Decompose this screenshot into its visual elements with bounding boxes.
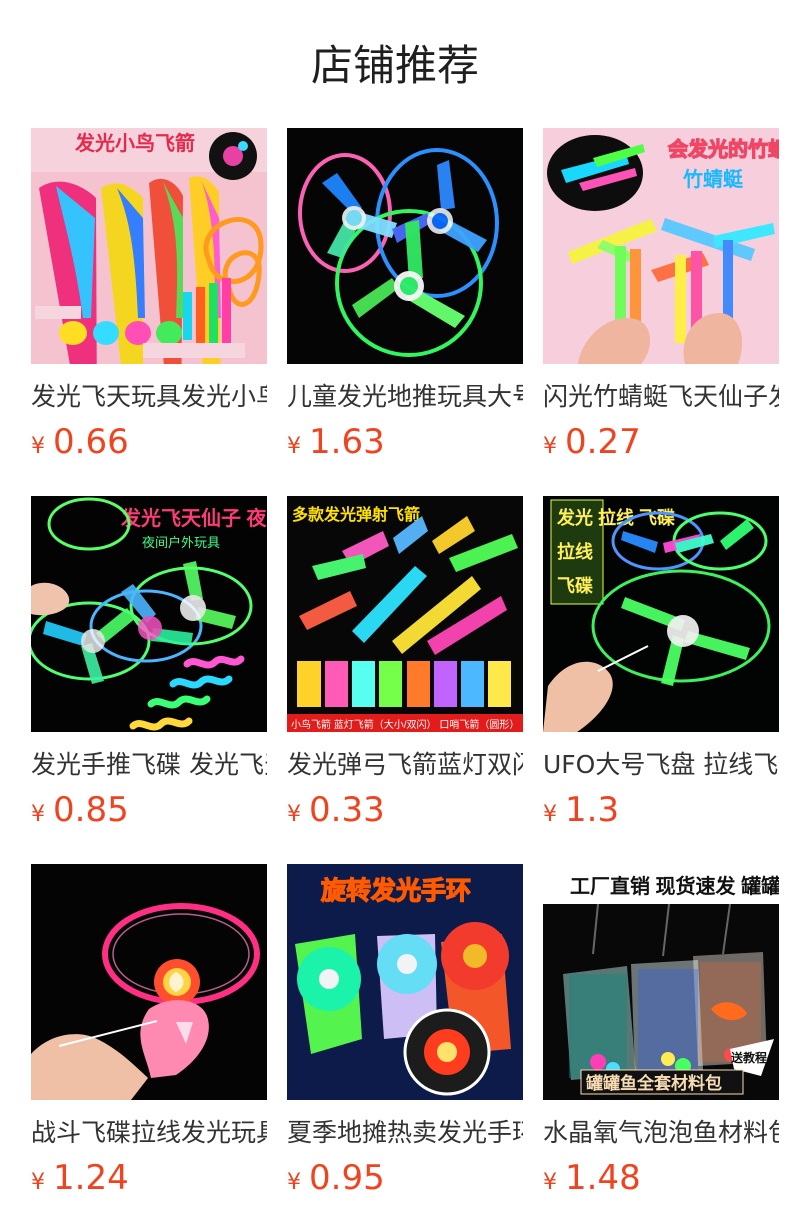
product-image[interactable]: 旋转发光手环: [287, 864, 523, 1100]
product-title[interactable]: 发光飞天玩具发光小鸟飞箭: [31, 382, 267, 412]
product-price: ¥0.95: [287, 1158, 523, 1198]
svg-text:夜间户外玩具: 夜间户外玩具: [142, 535, 220, 550]
currency-symbol: ¥: [543, 802, 557, 827]
glow-slingshot-arrow-image: 多款发光弹射飞箭 小鸟飞箭 蓝灯飞箭（大小/双闪） 口哨飞箭（圆形）: [287, 496, 523, 732]
product-price: ¥1.24: [31, 1158, 267, 1198]
product-image[interactable]: [31, 864, 267, 1100]
page-header: 店铺推荐: [0, 38, 790, 94]
product-price: ¥1.63: [287, 422, 523, 462]
price-value: 1.24: [53, 1158, 129, 1198]
product-title[interactable]: 战斗飞碟拉线发光玩具枪: [31, 1118, 267, 1148]
currency-symbol: ¥: [543, 1170, 557, 1195]
glow-flying-disc-image: [287, 128, 523, 364]
product-image[interactable]: 发光小鸟飞箭: [31, 128, 267, 364]
currency-symbol: ¥: [287, 1170, 301, 1195]
product-title[interactable]: 儿童发光地推玩具大号飞碟: [287, 382, 523, 412]
price-value: 0.95: [309, 1158, 385, 1198]
product-image[interactable]: 多款发光弹射飞箭 小鸟飞箭 蓝灯飞箭（大小/双闪） 口哨飞箭（圆形）: [287, 496, 523, 732]
currency-symbol: ¥: [31, 1170, 45, 1195]
product-card[interactable]: 旋转发光手环 夏季地摊热卖发光手环陀螺 ¥0.95: [287, 864, 523, 1232]
product-price: ¥0.27: [543, 422, 779, 462]
image-title-text: 发光小鸟飞箭: [74, 131, 195, 155]
svg-text:罐罐鱼全套材料包: 罐罐鱼全套材料包: [585, 1073, 722, 1093]
image-title-text: 旋转发光手环: [321, 876, 471, 905]
currency-symbol: ¥: [543, 434, 557, 459]
product-image[interactable]: 发光飞天仙子 夜间户外玩具 夜间户外玩具: [31, 496, 267, 732]
svg-text:飞碟: 飞碟: [557, 576, 593, 596]
product-title[interactable]: 夏季地摊热卖发光手环陀螺: [287, 1118, 523, 1148]
image-title-text: 会发光的竹蜻蜓: [668, 137, 779, 161]
glow-dragonfly-image: 会发光的竹蜻蜓 竹蜻蜓: [543, 128, 779, 364]
price-value: 1.63: [309, 422, 385, 462]
price-value: 0.33: [309, 790, 385, 830]
price-value: 1.48: [565, 1158, 641, 1198]
product-price: ¥1.3: [543, 790, 779, 830]
product-title[interactable]: UFO大号飞盘 拉线飞碟发光: [543, 750, 779, 780]
image-title-text: 多款发光弹射飞箭: [292, 505, 420, 524]
product-title[interactable]: 闪光竹蜻蜓飞天仙子发光玩具: [543, 382, 779, 412]
price-value: 0.85: [53, 790, 129, 830]
currency-symbol: ¥: [287, 434, 301, 459]
product-card[interactable]: 发光小鸟飞箭 发光飞天玩具发光小 ¥ 0.66: [31, 128, 267, 496]
product-title[interactable]: 发光弹弓飞箭蓝灯双闪飞箭: [287, 750, 523, 780]
svg-text:小鸟飞箭 蓝灯飞箭（大小/双闪） 口哨飞箭（圆形）: 小鸟飞箭 蓝灯飞箭（大小/双闪） 口哨飞箭（圆形）: [291, 718, 519, 731]
currency-symbol: ¥: [287, 802, 301, 827]
product-card[interactable]: 多款发光弹射飞箭 小鸟飞箭 蓝灯飞箭（大小/双闪） 口哨飞箭（圆形） 发光弹弓飞…: [287, 496, 523, 864]
product-card[interactable]: 工厂直销 现货速发 罐罐鱼全套材料包 送教程: [543, 864, 779, 1232]
product-image[interactable]: [287, 128, 523, 364]
currency-symbol: ¥: [31, 434, 45, 459]
product-price: ¥0.85: [31, 790, 267, 830]
glow-bird-arrow-image: 发光小鸟飞箭: [31, 128, 267, 364]
product-title[interactable]: 发光手推飞碟 发光飞天仙子: [31, 750, 267, 780]
product-grid: 发光小鸟飞箭 发光飞天玩具发光小 ¥ 0.66 儿童发光地推玩具大 ¥ 1.63…: [31, 128, 779, 1232]
image-title-text: 工厂直销 现货速发 罐罐鱼全套材料包 送教程: [570, 874, 779, 898]
image-title-text: 发光飞天仙子 夜间户外玩具: [120, 506, 267, 530]
product-title[interactable]: 水晶氧气泡泡鱼材料包: [543, 1118, 779, 1148]
price-value: 1.3: [565, 790, 620, 830]
glow-disc-gun-image: [31, 864, 267, 1100]
glow-jar-fish-image: 工厂直销 现货速发 罐罐鱼全套材料包 送教程: [543, 864, 779, 1100]
product-image[interactable]: 发光 拉线 飞碟 拉线 飞碟: [543, 496, 779, 732]
product-card[interactable]: 发光 拉线 飞碟 拉线 飞碟 UFO大号飞盘 拉线飞 ¥ 1.3: [543, 496, 779, 864]
image-title-text: 发光 拉线 飞碟: [556, 507, 675, 528]
product-image[interactable]: 会发光的竹蜻蜓 竹蜻蜓: [543, 128, 779, 364]
product-price: ¥0.33: [287, 790, 523, 830]
svg-text:竹蜻蜓: 竹蜻蜓: [682, 167, 744, 191]
page-title: 店铺推荐: [310, 41, 479, 90]
currency-symbol: ¥: [31, 802, 45, 827]
product-card[interactable]: 儿童发光地推玩具大号飞碟 ¥1.63: [287, 128, 523, 496]
product-card[interactable]: 发光飞天仙子 夜间户外玩具 夜间户外玩具: [31, 496, 267, 864]
svg-text:拉线: 拉线: [557, 541, 593, 562]
product-card[interactable]: 会发光的竹蜻蜓 竹蜻蜓 闪光竹蜻蜓飞天仙子: [543, 128, 779, 496]
product-price: ¥0.66: [31, 422, 267, 462]
product-image[interactable]: 工厂直销 现货速发 罐罐鱼全套材料包 送教程: [543, 864, 779, 1100]
glow-ufo-disc-image: 发光 拉线 飞碟 拉线 飞碟: [543, 496, 779, 732]
price-value: 0.66: [53, 422, 129, 462]
price-value: 0.27: [565, 422, 641, 462]
glow-fairy-disc-image: 发光飞天仙子 夜间户外玩具 夜间户外玩具: [31, 496, 267, 732]
svg-text:送教程: 送教程: [730, 1050, 767, 1065]
glow-wristband-image: 旋转发光手环: [287, 864, 523, 1100]
product-card[interactable]: 战斗飞碟拉线发光玩具枪 ¥1.24: [31, 864, 267, 1232]
product-price: ¥1.48: [543, 1158, 779, 1198]
